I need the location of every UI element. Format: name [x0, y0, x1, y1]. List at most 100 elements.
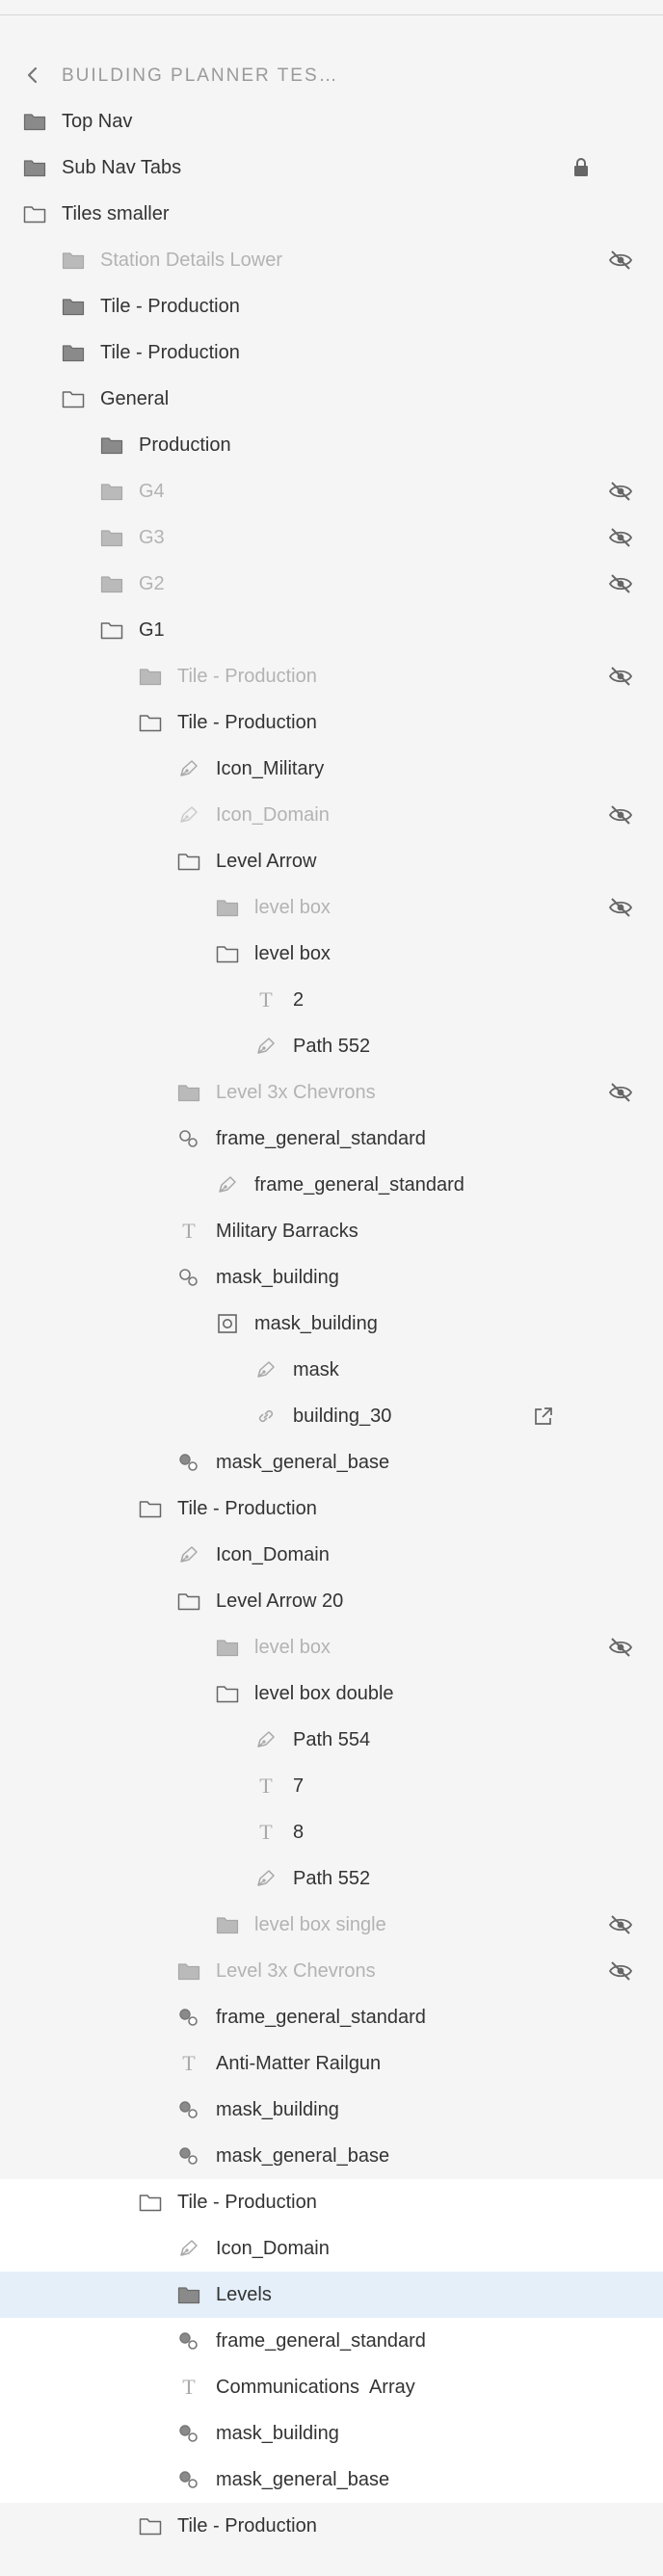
layer-row-mask-building[interactable]: mask_building: [0, 1254, 663, 1301]
layer-row-building-30[interactable]: building_30: [0, 1393, 663, 1439]
layer-row-mask[interactable]: mask: [0, 1347, 663, 1393]
layer-row-8[interactable]: T8: [0, 1809, 663, 1855]
layer-row-level-box[interactable]: level box: [0, 931, 663, 977]
layer-label: Tiles smaller: [62, 203, 170, 224]
layer-tree: Top Nav Sub Nav Tabs Tiles smaller Station …: [0, 98, 663, 2549]
layer-row-icon-domain[interactable]: Icon_Domain: [0, 1532, 663, 1578]
eye-hidden-icon[interactable]: [608, 526, 633, 549]
folder-open-icon: [138, 2191, 163, 2214]
layer-label: frame_general_standard: [216, 1128, 426, 1149]
layer-row-mask-building[interactable]: mask_building: [0, 2410, 663, 2457]
layer-row-level-box[interactable]: level box: [0, 1624, 663, 1670]
eye-hidden-icon[interactable]: [608, 1636, 633, 1659]
chevron-left-icon[interactable]: [21, 64, 44, 87]
layer-row-g2[interactable]: G2: [0, 561, 663, 607]
layer-label: Levels: [216, 2284, 272, 2305]
layer-label: mask_building: [216, 2423, 339, 2444]
layer-label: level box: [254, 1637, 331, 1658]
layer-row-frame-general-standard[interactable]: frame_general_standard: [0, 1994, 663, 2040]
eye-hidden-icon[interactable]: [608, 480, 633, 503]
layer-label: mask_building: [254, 1313, 378, 1334]
layer-label: Anti-Matter Railgun: [216, 2053, 382, 2074]
layer-row-station-details-lower[interactable]: Station Details Lower: [0, 237, 663, 283]
layer-row-military-barracks[interactable]: T Military Barracks: [0, 1208, 663, 1254]
layer-row-level-box[interactable]: level box: [0, 884, 663, 931]
layer-label: 7: [293, 1775, 305, 1797]
lock-icon[interactable]: [569, 156, 594, 179]
layer-row-g3[interactable]: G3: [0, 514, 663, 561]
layer-row-icon-military[interactable]: Icon_Military: [0, 746, 663, 792]
folder-open-icon: [215, 1682, 240, 1705]
text-icon: T: [182, 1219, 196, 1243]
layer-row-production[interactable]: Production: [0, 422, 663, 468]
page-title[interactable]: BUILDING PLANNER TES…: [62, 66, 339, 87]
folder-icon: [138, 665, 163, 688]
layer-row-g1[interactable]: G1: [0, 607, 663, 653]
layer-row-path-554[interactable]: Path 554: [0, 1717, 663, 1763]
layer-row-2[interactable]: T2: [0, 977, 663, 1023]
layer-row-path-552[interactable]: Path 552: [0, 1023, 663, 1069]
layer-row-icon-domain[interactable]: Icon_Domain: [0, 2225, 663, 2272]
layer-row-level-arrow-20[interactable]: Level Arrow 20: [0, 1578, 663, 1624]
layer-row-communications-array[interactable]: T Communications Array: [0, 2364, 663, 2410]
layer-label: Sub Nav Tabs: [62, 157, 182, 178]
layer-label: 2: [293, 989, 305, 1011]
layer-label: frame_general_standard: [216, 2330, 426, 2352]
mask-icon: [176, 1451, 201, 1474]
folder-open-icon: [61, 387, 86, 410]
eye-hidden-icon[interactable]: [608, 1959, 633, 1983]
layer-row-level-3x-chevrons[interactable]: Level 3x Chevrons: [0, 1948, 663, 1994]
folder-open-icon: [22, 202, 47, 225]
layer-row-7[interactable]: T7: [0, 1763, 663, 1809]
folder-open-icon: [99, 618, 124, 642]
layer-row-icon-domain[interactable]: Icon_Domain: [0, 792, 663, 838]
eye-hidden-icon[interactable]: [608, 249, 633, 272]
layer-row-tile-production[interactable]: Tile - Production: [0, 2503, 663, 2549]
layer-row-path-552[interactable]: Path 552: [0, 1855, 663, 1902]
layer-label: Icon_Domain: [216, 1544, 330, 1565]
layer-row-sub-nav-tabs[interactable]: Sub Nav Tabs: [0, 145, 663, 191]
layer-row-level-box-double[interactable]: level box double: [0, 1670, 663, 1717]
layer-row-tile-production[interactable]: Tile - Production: [0, 1485, 663, 1532]
eye-hidden-icon[interactable]: [608, 803, 633, 827]
text-icon: T: [259, 1774, 273, 1798]
layer-row-tile-production[interactable]: Tile - Production: [0, 329, 663, 376]
eye-hidden-icon[interactable]: [608, 572, 633, 595]
layer-label: mask_building: [216, 2099, 339, 2120]
eye-hidden-icon[interactable]: [608, 896, 633, 919]
layer-row-anti-matter-railgun[interactable]: T Anti-Matter Railgun: [0, 2040, 663, 2087]
layer-row-tile-production[interactable]: Tile - Production: [0, 699, 663, 746]
layer-row-general[interactable]: General: [0, 376, 663, 422]
layer-row-mask-general-base[interactable]: mask_general_base: [0, 2133, 663, 2179]
layer-label: Military Barracks: [216, 1221, 358, 1242]
layer-label: Tile - Production: [100, 296, 240, 317]
layer-label: Level 3x Chevrons: [216, 1082, 376, 1103]
layer-row-mask-building[interactable]: mask_building: [0, 1301, 663, 1347]
layer-row-mask-general-base[interactable]: mask_general_base: [0, 2457, 663, 2503]
layer-row-frame-general-standard[interactable]: frame_general_standard: [0, 1162, 663, 1208]
panel-header: BUILDING PLANNER TES…: [0, 58, 663, 92]
layer-row-level-box-single[interactable]: level box single: [0, 1902, 663, 1948]
layer-row-tile-production[interactable]: Tile - Production: [0, 283, 663, 329]
layer-row-tile-production[interactable]: Tile - Production: [0, 653, 663, 699]
eye-hidden-icon[interactable]: [608, 665, 633, 688]
layer-row-mask-general-base[interactable]: mask_general_base: [0, 1439, 663, 1485]
layer-row-frame-general-standard[interactable]: frame_general_standard: [0, 1116, 663, 1162]
layer-label: Icon_Military: [216, 758, 325, 779]
layer-row-levels[interactable]: Levels: [0, 2272, 663, 2318]
layer-row-top-nav[interactable]: Top Nav: [0, 98, 663, 145]
layer-label: Tile - Production: [177, 1498, 317, 1519]
layer-row-g4[interactable]: G4: [0, 468, 663, 514]
eye-hidden-icon[interactable]: [608, 1081, 633, 1104]
layer-row-level-arrow[interactable]: Level Arrow: [0, 838, 663, 884]
folder-icon: [22, 156, 47, 179]
layer-row-tiles-smaller[interactable]: Tiles smaller: [0, 191, 663, 237]
layer-row-tile-production[interactable]: Tile - Production: [0, 2179, 663, 2225]
eye-hidden-icon[interactable]: [608, 1913, 633, 1936]
layer-row-level-3x-chevrons[interactable]: Level 3x Chevrons: [0, 1069, 663, 1116]
layer-row-mask-building[interactable]: mask_building: [0, 2087, 663, 2133]
external-link-icon[interactable]: [531, 1405, 556, 1428]
layer-row-frame-general-standard[interactable]: frame_general_standard: [0, 2318, 663, 2364]
layer-label: level box double: [254, 1683, 394, 1704]
layer-label: Production: [139, 434, 231, 456]
